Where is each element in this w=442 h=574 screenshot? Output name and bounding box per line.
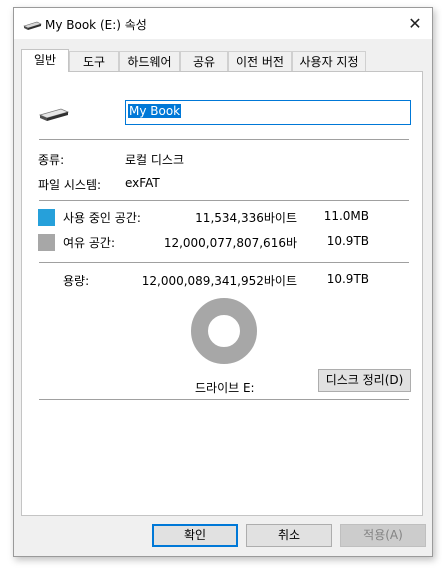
general-panel: My Book 종류: 로컬 디스크 파일 시스템: exFAT 사용 중인 공… bbox=[21, 71, 423, 516]
filesystem-value: exFAT bbox=[125, 176, 160, 190]
drive-name-selection: My Book bbox=[128, 104, 182, 118]
type-label: 종류: bbox=[38, 153, 65, 167]
divider bbox=[39, 399, 409, 400]
filesystem-label: 파일 시스템: bbox=[38, 178, 102, 192]
drive-name-field[interactable]: My Book bbox=[125, 100, 411, 125]
disk-cleanup-button[interactable]: 디스크 정리(D) bbox=[318, 369, 411, 392]
free-space-label: 여유 공간: bbox=[63, 236, 116, 250]
capacity-label: 용량: bbox=[63, 274, 90, 288]
divider bbox=[39, 262, 409, 263]
properties-dialog: My Book (E:) 속성 ✕ 일반 도구 하드웨어 공유 이전 버전 사용… bbox=[13, 7, 433, 557]
free-space-size: 10.9TB bbox=[326, 234, 369, 248]
cancel-button[interactable]: 취소 bbox=[246, 524, 332, 547]
used-space-size: 11.0MB bbox=[323, 209, 369, 223]
ok-button[interactable]: 확인 bbox=[152, 524, 238, 547]
divider bbox=[39, 139, 409, 140]
capacity-bytes: 12,000,089,341,952바이트 bbox=[141, 274, 297, 288]
usage-donut-chart bbox=[191, 298, 257, 364]
drive-letter-label: 드라이브 E: bbox=[195, 381, 255, 395]
used-space-bytes: 11,534,336바이트 bbox=[195, 211, 297, 225]
tab-sharing[interactable]: 공유 bbox=[180, 51, 228, 71]
window-title: My Book (E:) 속성 bbox=[45, 18, 147, 32]
tab-general[interactable]: 일반 bbox=[21, 49, 69, 72]
drive-large-icon bbox=[39, 108, 69, 121]
title-bar: My Book (E:) 속성 ✕ bbox=[14, 8, 432, 39]
close-button[interactable]: ✕ bbox=[398, 8, 432, 39]
apply-button[interactable]: 적용(A) bbox=[340, 524, 426, 547]
type-value: 로컬 디스크 bbox=[125, 153, 185, 167]
free-space-bytes: 12,000,077,807,616바 bbox=[163, 236, 297, 250]
drive-icon bbox=[23, 21, 42, 30]
used-space-swatch bbox=[38, 209, 55, 226]
tab-tools[interactable]: 도구 bbox=[69, 51, 119, 71]
free-space-swatch bbox=[38, 234, 55, 251]
divider bbox=[39, 200, 409, 201]
tab-customize[interactable]: 사용자 지정 bbox=[292, 51, 366, 71]
tab-previous-versions[interactable]: 이전 버전 bbox=[228, 51, 292, 71]
tab-strip: 일반 도구 하드웨어 공유 이전 버전 사용자 지정 bbox=[21, 49, 431, 72]
used-space-label: 사용 중인 공간: bbox=[63, 211, 141, 225]
tab-hardware[interactable]: 하드웨어 bbox=[119, 51, 180, 71]
capacity-size: 10.9TB bbox=[326, 272, 369, 286]
